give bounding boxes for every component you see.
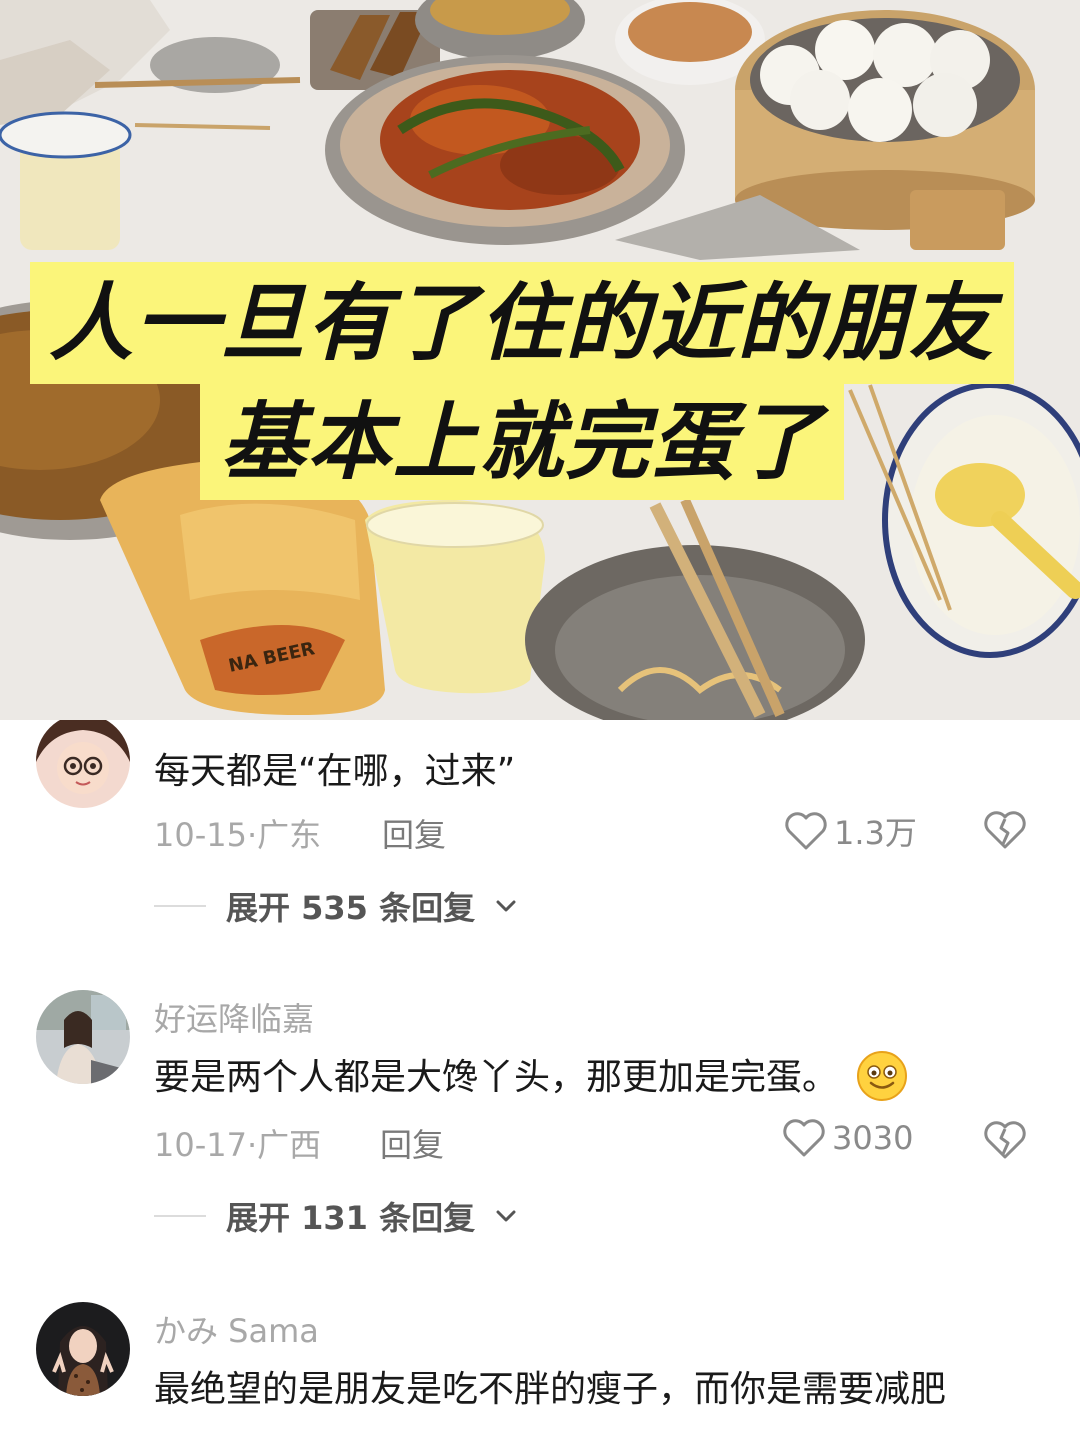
avatar[interactable] — [36, 990, 130, 1084]
expand-replies-label: 展开 131 条回复 — [226, 1199, 476, 1237]
reply-button[interactable]: 回复 — [382, 810, 446, 856]
like-button[interactable]: 1.3万 — [784, 808, 917, 854]
divider — [154, 905, 206, 907]
expand-replies[interactable]: 展开 131 条回复 — [154, 1193, 517, 1239]
heart-outline-icon — [783, 1119, 825, 1157]
avatar[interactable] — [36, 1302, 130, 1396]
avatar[interactable] — [36, 720, 130, 808]
heart-outline-icon — [785, 812, 827, 850]
comment-text: 要是两个人都是大馋丫头，那更加是完蛋。 — [154, 1057, 839, 1098]
expand-replies-label: 展开 535 条回复 — [226, 889, 476, 927]
like-count: 1.3万 — [834, 814, 917, 852]
divider — [154, 1215, 206, 1217]
expand-replies[interactable]: 展开 535 条回复 — [154, 883, 517, 929]
broken-heart-icon — [984, 811, 1026, 849]
reply-button[interactable]: 回复 — [380, 1120, 444, 1166]
comment-text: 每天都是“在哪，过来” — [154, 751, 516, 792]
caption-line-2: 基本上就完蛋了 — [200, 384, 844, 500]
comment-username[interactable]: かみ Sama — [154, 1306, 319, 1352]
dislike-button[interactable] — [983, 1120, 1027, 1164]
dislike-button[interactable] — [983, 810, 1027, 854]
like-button[interactable]: 3030 — [782, 1118, 913, 1158]
broken-heart-icon — [984, 1121, 1026, 1159]
like-count: 3030 — [832, 1119, 914, 1157]
comment-list: 每天都是“在哪，过来” 10-15·广东 回复 1.3万 展开 535 条回复 — [0, 720, 1080, 1440]
chevron-down-icon — [496, 900, 516, 912]
comment-text: 最绝望的是朋友是吃不胖的瘦子，而你是需要减肥 — [154, 1369, 947, 1410]
chevron-down-icon — [496, 1210, 516, 1222]
comment-text-row: 要是两个人都是大馋丫头，那更加是完蛋。 — [154, 1048, 908, 1101]
comment-username[interactable]: 好运降临嘉 — [154, 994, 314, 1040]
comment-date-location: 10-17·广西 — [154, 1126, 322, 1164]
caption-line-1: 人一旦有了住的近的朋友 — [30, 262, 1014, 384]
comment-date-location: 10-15·广东 — [154, 816, 322, 854]
smiling-face-emoji — [857, 1051, 908, 1101]
post-photo: NA BEER 人一旦有了住的近的朋友 基本上就完蛋了 — [0, 0, 1080, 720]
